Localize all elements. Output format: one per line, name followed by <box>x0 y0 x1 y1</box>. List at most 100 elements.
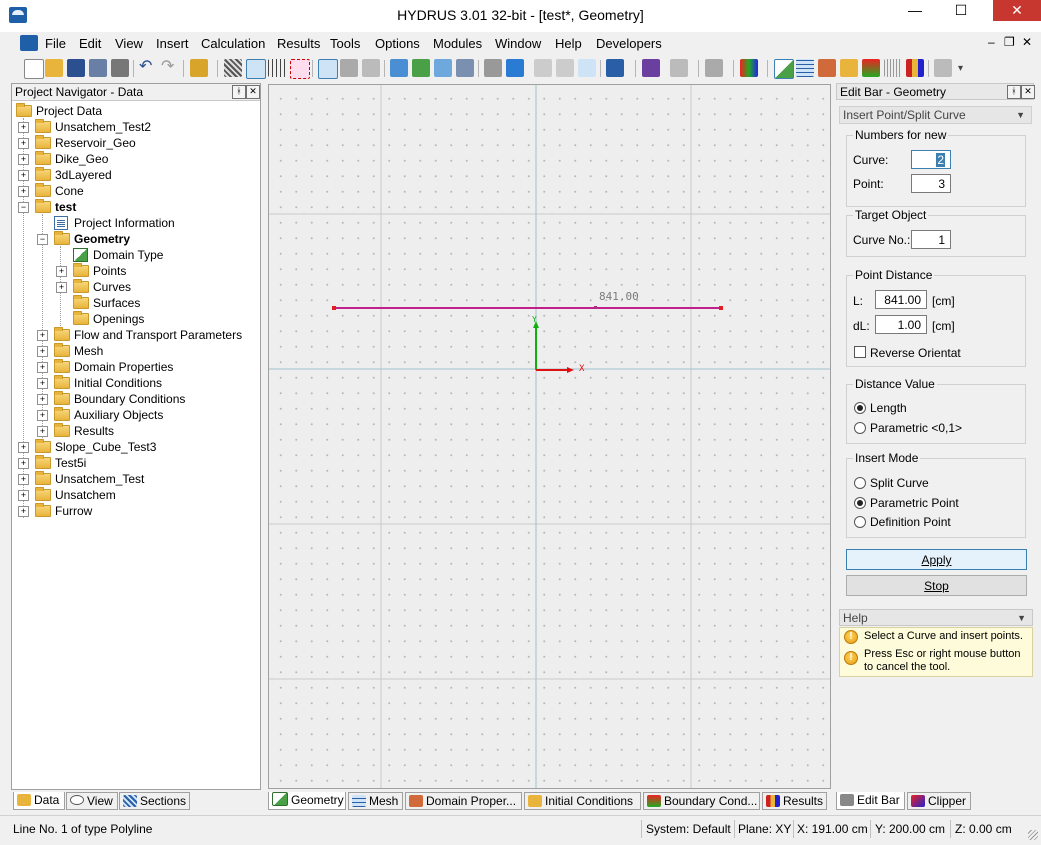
mesh-icon[interactable] <box>796 59 814 77</box>
menu-results[interactable]: Results <box>277 36 320 51</box>
undo-icon[interactable]: ↶ <box>139 59 157 77</box>
tool-selector[interactable]: Insert Point/Split Curve ▼ <box>839 106 1032 124</box>
boundary-conditions-icon[interactable] <box>862 59 880 77</box>
print-preview-icon[interactable] <box>89 59 107 77</box>
expand-icon[interactable]: + <box>18 170 29 181</box>
fit-view-icon[interactable] <box>578 59 596 77</box>
menu-modules[interactable]: Modules <box>433 36 482 51</box>
document-icon[interactable] <box>20 35 38 51</box>
select-icon[interactable] <box>318 59 338 79</box>
snap-point-icon[interactable] <box>290 59 310 79</box>
zoom-icon[interactable] <box>434 59 452 77</box>
geometry-view[interactable]: 841.00 Y X <box>268 84 831 789</box>
length-radio[interactable] <box>854 402 866 414</box>
resize-grip-icon[interactable] <box>1028 830 1038 840</box>
print-icon[interactable] <box>111 59 129 77</box>
apply-button[interactable]: Apply <box>846 549 1027 570</box>
curve-number-input[interactable]: 2 <box>911 150 951 169</box>
close-icon[interactable]: ✕ <box>1021 85 1035 99</box>
expand-icon[interactable]: + <box>37 378 48 389</box>
expand-icon[interactable]: + <box>37 394 48 405</box>
initial-conditions-icon[interactable] <box>840 59 858 77</box>
view-icon[interactable] <box>484 59 502 77</box>
menu-insert[interactable]: Insert <box>156 36 189 51</box>
rotate-icon[interactable] <box>362 59 380 77</box>
view-direction-icon[interactable] <box>506 59 524 77</box>
expand-icon[interactable]: + <box>37 362 48 373</box>
toolbar-overflow-icon[interactable]: ▾ <box>958 63 963 74</box>
tab-edit-bar[interactable]: Edit Bar <box>836 792 905 810</box>
expand-icon[interactable]: + <box>37 410 48 421</box>
results-icon[interactable] <box>906 59 924 77</box>
tab-domain-properties[interactable]: Domain Proper... <box>405 792 522 810</box>
tab-initial-conditions[interactable]: Initial Conditions <box>524 792 641 810</box>
menu-file[interactable]: File <box>45 36 66 51</box>
expand-icon[interactable]: + <box>18 154 29 165</box>
tab-geometry[interactable]: Geometry <box>268 792 346 810</box>
parametric-point-radio[interactable] <box>854 497 866 509</box>
reverse-orientation-checkbox[interactable] <box>854 346 866 358</box>
maximize-button[interactable]: ☐ <box>946 0 976 21</box>
expand-icon[interactable]: + <box>18 122 29 133</box>
expand-icon[interactable]: + <box>18 506 29 517</box>
tab-data[interactable]: Data <box>13 792 65 810</box>
expand-icon[interactable]: + <box>56 282 67 293</box>
mdi-minimize-button[interactable]: – <box>988 35 995 49</box>
point-number-input[interactable]: 3 <box>911 174 951 193</box>
grid-icon[interactable] <box>224 59 242 77</box>
chevron-down-icon[interactable]: ▼ <box>1017 610 1026 627</box>
expand-icon[interactable]: + <box>18 458 29 469</box>
collapse-icon[interactable]: − <box>18 202 29 213</box>
pan-icon[interactable] <box>456 59 474 77</box>
mdi-close-button[interactable]: ✕ <box>1022 35 1032 49</box>
pin-icon[interactable]: ᚼ <box>232 85 246 99</box>
menu-view[interactable]: View <box>115 36 143 51</box>
cut-icon[interactable] <box>642 59 660 77</box>
close-icon[interactable]: ✕ <box>246 85 260 99</box>
menu-help[interactable]: Help <box>555 36 582 51</box>
definition-point-radio[interactable] <box>854 516 866 528</box>
collapse-icon[interactable]: − <box>37 234 48 245</box>
domain-type-icon[interactable] <box>774 59 794 79</box>
menu-window[interactable]: Window <box>495 36 541 51</box>
open-folder-icon[interactable] <box>45 59 63 77</box>
view-3d-icon[interactable] <box>556 59 574 77</box>
tab-view[interactable]: View <box>66 792 118 810</box>
redo-icon[interactable]: ↷ <box>161 59 179 77</box>
snap-grid-icon[interactable] <box>246 59 266 79</box>
work-plane-icon[interactable] <box>268 59 286 77</box>
options-icon[interactable] <box>934 59 952 77</box>
new-file-icon[interactable] <box>24 59 44 79</box>
split-curve-radio[interactable] <box>854 477 866 489</box>
table-icon[interactable] <box>884 59 902 77</box>
tab-clipper[interactable]: Clipper <box>907 792 971 810</box>
tab-mesh[interactable]: Mesh <box>348 792 403 810</box>
dl-input[interactable]: 1.00 <box>875 315 927 334</box>
box-view-icon[interactable] <box>606 59 624 77</box>
expand-icon[interactable]: + <box>37 330 48 341</box>
tab-sections[interactable]: Sections <box>119 792 190 810</box>
stop-button[interactable]: Stop <box>846 575 1027 596</box>
expand-icon[interactable]: + <box>18 490 29 501</box>
cube-icon[interactable] <box>670 59 688 77</box>
domain-properties-icon[interactable] <box>818 59 836 77</box>
expand-icon[interactable]: + <box>18 474 29 485</box>
move-icon[interactable] <box>340 59 358 77</box>
expand-icon[interactable]: + <box>56 266 67 277</box>
length-input[interactable]: 841.00 <box>875 290 927 309</box>
tab-boundary-conditions[interactable]: Boundary Cond... <box>643 792 760 810</box>
color-scale-icon[interactable] <box>740 59 758 77</box>
expand-icon[interactable]: + <box>18 186 29 197</box>
expand-icon[interactable]: + <box>18 442 29 453</box>
menu-developers[interactable]: Developers <box>596 36 662 51</box>
menu-edit[interactable]: Edit <box>79 36 101 51</box>
save-icon[interactable] <box>67 59 85 77</box>
zoom-all-icon[interactable] <box>390 59 408 77</box>
pencil-icon[interactable] <box>705 59 723 77</box>
minimize-button[interactable]: — <box>900 0 930 21</box>
expand-icon[interactable]: + <box>37 426 48 437</box>
target-curve-input[interactable]: 1 <box>911 230 951 249</box>
close-button[interactable]: ✕ <box>993 0 1041 21</box>
mdi-restore-button[interactable]: ❐ <box>1004 35 1015 49</box>
isometric-icon[interactable] <box>534 59 552 77</box>
